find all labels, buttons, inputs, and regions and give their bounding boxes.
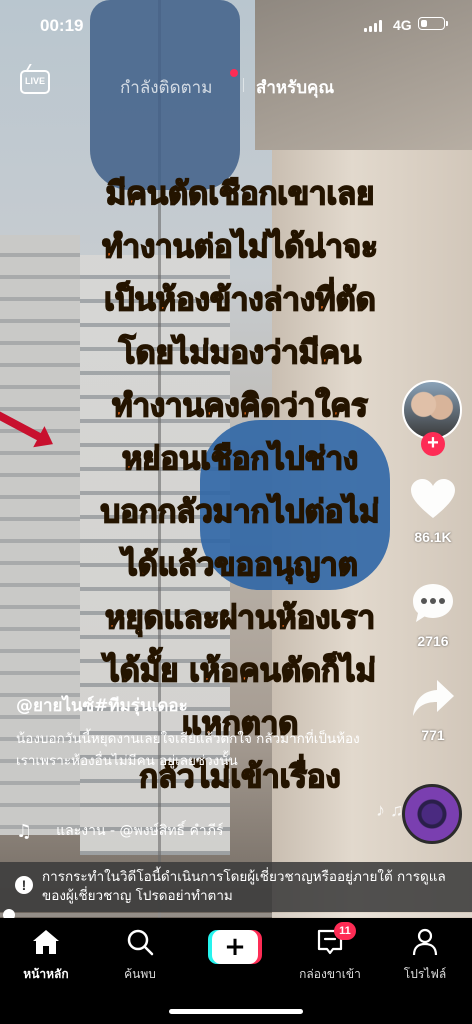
tab-following[interactable]: กำลังติดตาม [120, 74, 212, 101]
share-button[interactable]: 771 [398, 678, 468, 743]
overlay-line: ได้มั้ย เห้อคนตัดก็ไม่ [103, 652, 376, 690]
cellular-signal-icon [364, 20, 382, 32]
warning-icon: ! [15, 876, 33, 894]
inbox-badge: 11 [334, 922, 356, 940]
nav-discover-label: ค้นพบ [124, 967, 156, 981]
like-button[interactable]: 86.1K [398, 478, 468, 545]
profile-icon [412, 928, 438, 956]
share-count: 771 [421, 727, 445, 743]
music-title: และงาน - @พงษ์สิทธิ์ คำภีร์ [56, 823, 224, 839]
network-type: 4G [393, 17, 412, 33]
home-indicator[interactable] [169, 1009, 303, 1014]
status-bar: 00:19 4G [0, 0, 472, 50]
live-button[interactable]: LIVE [20, 70, 50, 94]
music-disc[interactable] [402, 784, 462, 844]
follow-button[interactable]: + [421, 432, 445, 456]
battery-icon [418, 17, 445, 30]
video-player[interactable]: มีคนตัดเชือกเขาเลย ทำงานต่อไม่ได้น่าจะ เ… [0, 0, 472, 918]
creator-username[interactable]: @ยายไนซ์#ทีมรุ่นเดอะ [16, 692, 188, 719]
overlay-line: ทำงานคงคิดว่าใคร [111, 387, 368, 425]
create-plus-icon: + [208, 930, 262, 964]
safety-warning-banner: ! การกระทำในวิดีโอนี้ดำเนินการโดยผู้เชี่… [0, 862, 472, 912]
creator-avatar[interactable] [402, 380, 462, 440]
heart-icon [411, 479, 455, 518]
battery-level [420, 19, 427, 27]
like-count: 86.1K [414, 529, 452, 545]
overlay-line: ได้แล้วขออนุญาต [121, 546, 358, 584]
search-icon [127, 929, 154, 956]
overlay-line: บอกกลัวมากไปต่อไม่ [100, 493, 381, 531]
following-new-dot [230, 69, 238, 77]
nav-inbox[interactable]: 11 กล่องขาเข้า [290, 922, 370, 984]
warning-text: การกระทำในวิดีโอนี้ดำเนินการโดยผู้เชี่ยว… [42, 869, 446, 904]
comment-button[interactable]: 2716 [398, 582, 468, 649]
comment-icon [413, 584, 453, 622]
share-arrow-icon [413, 680, 454, 716]
nav-inbox-label: กล่องขาเข้า [299, 967, 361, 981]
create-button[interactable]: + [208, 930, 262, 964]
nav-profile-label: โปรไฟล์ [403, 967, 447, 981]
overlay-line: โดยไม่มองว่ามีคน [118, 334, 362, 372]
home-icon [33, 930, 59, 954]
video-caption: น้องบอกวันนี้หยุดงานเลยใจเสียแล้วตกใจ กล… [16, 731, 360, 769]
music-info[interactable]: ♫ และงาน - @พงษ์สิทธิ์ คำภีร์ [16, 820, 376, 842]
overlay-line: เป็นห้องข้างล่างที่ตัด [103, 281, 376, 319]
nav-discover[interactable]: ค้นพบ [100, 928, 180, 984]
overlay-line: หย่อนเชือกไปช่าง [121, 440, 359, 478]
nav-profile[interactable]: โปรไฟล์ [385, 928, 465, 984]
nav-home[interactable]: หน้าหลัก [6, 928, 86, 984]
clock: 00:19 [40, 16, 84, 35]
tiktok-screen: มีคนตัดเชือกเขาเลย ทำงานต่อไม่ได้น่าจะ เ… [0, 0, 472, 1024]
nav-home-label: หน้าหลัก [23, 967, 69, 981]
live-label: LIVE [24, 76, 45, 86]
overlay-line: มีคนตัดเชือกเขาเลย [105, 175, 375, 213]
battery-tip [446, 21, 448, 26]
overlay-line: ทำงานต่อไม่ได้น่าจะ [101, 228, 378, 266]
video-progress-bar[interactable] [0, 913, 472, 917]
comment-count: 2716 [417, 633, 449, 649]
music-note-icon: ♫ [16, 820, 33, 842]
music-notes-icon: ♪ ♫ [376, 800, 404, 820]
tab-divider [243, 78, 244, 92]
overlay-line: หยุดและผ่านห้องเรา [104, 599, 376, 637]
tab-for-you[interactable]: สำหรับคุณ [256, 74, 334, 101]
